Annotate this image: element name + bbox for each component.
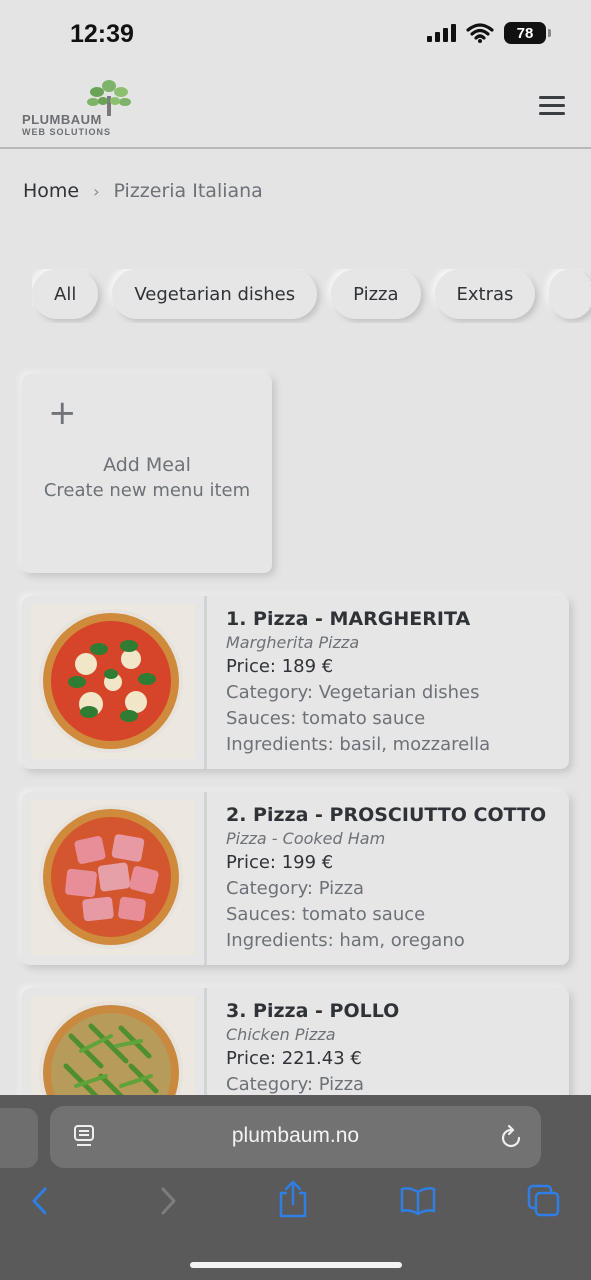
logo-name: PLUMBAUM bbox=[22, 112, 102, 127]
meal-image-prosciutto bbox=[31, 800, 195, 955]
meal-price: Price: 199 € bbox=[226, 852, 334, 873]
filter-chip-partial[interactable] bbox=[549, 269, 591, 319]
meal-info: 3. Pizza - POLLO Chicken Pizza Price: 22… bbox=[226, 998, 566, 1098]
meal-sauces: Sauces: tomato sauce bbox=[226, 708, 426, 729]
meal-subtitle: Margherita Pizza bbox=[226, 633, 360, 652]
status-bar: 12:39 78 bbox=[0, 0, 591, 70]
meal-ingredients: Ingredients: ham, oregano bbox=[226, 930, 465, 951]
meal-subtitle: Chicken Pizza bbox=[226, 1025, 336, 1044]
meal-image-margherita bbox=[31, 604, 195, 759]
tabs-icon[interactable] bbox=[527, 1184, 561, 1218]
reload-icon[interactable] bbox=[499, 1124, 523, 1150]
filter-chip-vegetarian[interactable]: Vegetarian dishes bbox=[112, 269, 318, 319]
add-meal-card[interactable]: + Add Meal Create new menu item bbox=[22, 374, 272, 573]
meal-price: Price: 221.43 € bbox=[226, 1048, 362, 1069]
meal-title: 2. Pizza - PROSCIUTTO COTTO bbox=[226, 804, 547, 826]
meal-sauces: Sauces: tomato sauce bbox=[226, 904, 426, 925]
logo[interactable]: PLUMBAUM WEB SOLUTIONS bbox=[22, 74, 142, 140]
logo-subtitle: WEB SOLUTIONS bbox=[22, 127, 111, 137]
add-meal-subtitle: Create new menu item bbox=[43, 480, 251, 501]
add-meal-title: Add Meal bbox=[103, 454, 191, 476]
meal-title: 1. Pizza - MARGHERITA bbox=[226, 608, 471, 630]
breadcrumb: Home › Pizzeria Italiana bbox=[23, 180, 263, 202]
meal-card[interactable]: 1. Pizza - MARGHERITA Margherita Pizza P… bbox=[22, 596, 569, 769]
signal-icon bbox=[427, 24, 456, 42]
filter-chip-all[interactable]: All bbox=[32, 269, 99, 319]
address-bar[interactable]: plumbaum.no bbox=[50, 1106, 541, 1168]
plus-icon: + bbox=[48, 393, 77, 433]
back-icon[interactable] bbox=[30, 1186, 50, 1216]
breadcrumb-home[interactable]: Home bbox=[23, 180, 79, 202]
meal-title: 3. Pizza - POLLO bbox=[226, 1000, 400, 1022]
site-header: PLUMBAUM WEB SOLUTIONS bbox=[0, 70, 591, 149]
wifi-icon bbox=[466, 23, 494, 43]
forward-icon[interactable] bbox=[158, 1186, 178, 1216]
meal-price: Price: 189 € bbox=[226, 656, 334, 677]
meal-category: Category: Vegetarian dishes bbox=[226, 682, 480, 703]
meal-category: Category: Pizza bbox=[226, 878, 365, 899]
category-filter-bar: All Vegetarian dishes Pizza Extras bbox=[32, 269, 591, 323]
home-indicator bbox=[190, 1262, 402, 1268]
hamburger-menu-icon[interactable] bbox=[539, 96, 565, 116]
meal-info: 1. Pizza - MARGHERITA Margherita Pizza P… bbox=[226, 606, 566, 758]
status-time: 12:39 bbox=[70, 20, 134, 48]
browser-toolbar bbox=[0, 1180, 591, 1230]
browser-bar: plumbaum.no bbox=[0, 1095, 591, 1280]
share-icon[interactable] bbox=[278, 1180, 308, 1218]
breadcrumb-current: Pizzeria Italiana bbox=[113, 180, 263, 202]
page: 12:39 78 PLUMBAUM WEB SOLUTIONS Home › P… bbox=[0, 0, 591, 1280]
previous-tab-preview[interactable] bbox=[0, 1108, 38, 1168]
tree-logo-icon bbox=[87, 80, 131, 116]
meal-subtitle: Pizza - Cooked Ham bbox=[226, 829, 386, 848]
meal-card[interactable]: 2. Pizza - PROSCIUTTO COTTO Pizza - Cook… bbox=[22, 792, 569, 965]
battery-indicator: 78 bbox=[504, 22, 551, 44]
bookmarks-icon[interactable] bbox=[400, 1186, 436, 1216]
status-icons: 78 bbox=[426, 22, 551, 44]
chevron-right-icon: › bbox=[93, 181, 100, 201]
meal-info: 2. Pizza - PROSCIUTTO COTTO Pizza - Cook… bbox=[226, 802, 566, 954]
url-text: plumbaum.no bbox=[231, 1124, 360, 1147]
filter-chip-pizza[interactable]: Pizza bbox=[331, 269, 421, 319]
meal-ingredients: Ingredients: basil, mozzarella bbox=[226, 734, 491, 755]
filter-chip-extras[interactable]: Extras bbox=[434, 269, 536, 319]
